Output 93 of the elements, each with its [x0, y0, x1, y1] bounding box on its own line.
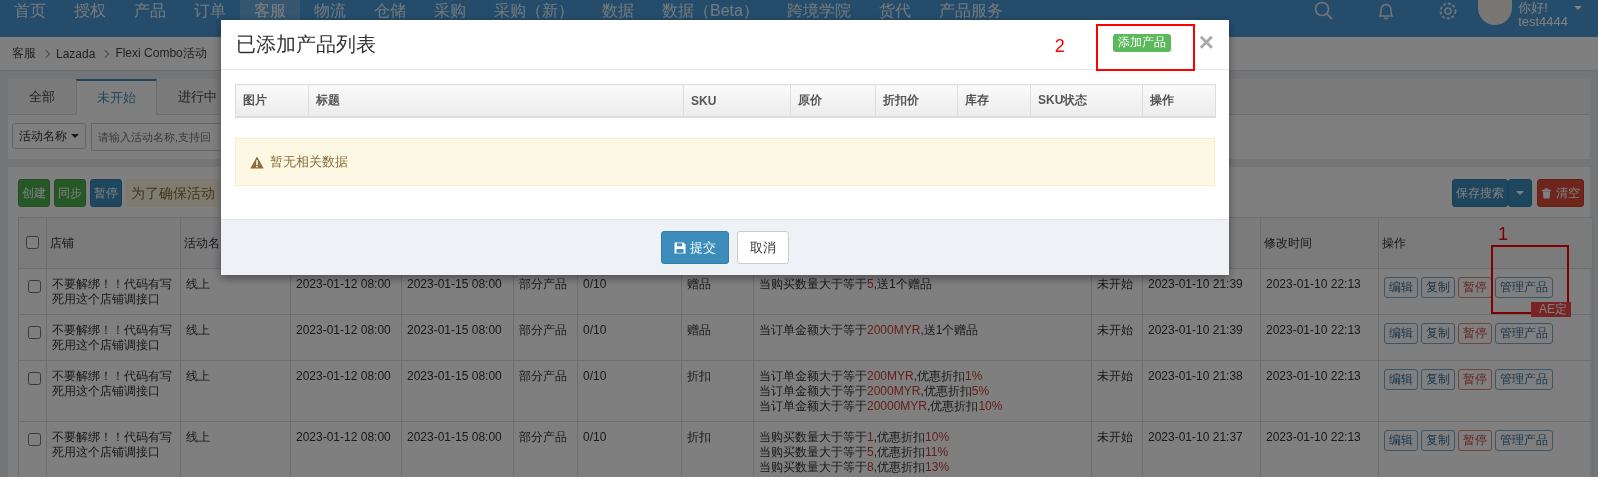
rule-text: 当购买数量大于等于5,送1个赠品: [759, 277, 933, 292]
cancel-button[interactable]: 取消: [737, 231, 789, 264]
column-header: 店铺: [46, 217, 181, 269]
action-button[interactable]: 管理产品: [1495, 323, 1553, 344]
table-cell: 2023-01-10 21:39: [1142, 314, 1261, 361]
checkbox[interactable]: [26, 236, 39, 249]
table-cell: 未开始: [1091, 314, 1143, 361]
table-cell: 2023-01-10 22:13: [1260, 268, 1379, 315]
save-icon: [674, 241, 686, 254]
column-header: 标题: [308, 84, 684, 117]
table-cell: 2023-01-15 08:00: [401, 360, 514, 422]
action-button[interactable]: 复制: [1421, 323, 1455, 344]
table-cell: 2023-01-12 08:00: [290, 314, 402, 361]
username-text: test4444: [1518, 15, 1568, 29]
action-button[interactable]: 编辑: [1384, 323, 1418, 344]
location-tag: AE定: [1531, 302, 1571, 317]
table-cell: 部分产品: [513, 360, 578, 422]
trash-icon: [1541, 187, 1552, 199]
tab[interactable]: 全部: [8, 79, 76, 115]
field-dropdown[interactable]: 活动名称: [12, 123, 86, 149]
breadcrumb-link[interactable]: 客服: [12, 45, 36, 62]
column-header: SKU: [683, 84, 791, 117]
annotation-number: 1: [1498, 227, 1508, 242]
success-button[interactable]: 创建: [18, 179, 50, 207]
column-header: 操作: [1142, 84, 1216, 117]
avatar-icon[interactable]: [1478, 0, 1513, 25]
table-cell: 线上: [180, 360, 291, 422]
table-cell: 部分产品: [513, 314, 578, 361]
column-header: 图片: [235, 84, 309, 117]
caret-icon[interactable]: [1574, 6, 1582, 10]
action-button[interactable]: 复制: [1421, 430, 1455, 451]
table-cell: 2023-01-12 08:00: [290, 360, 402, 422]
primary-button[interactable]: 暂停: [90, 179, 122, 207]
action-button[interactable]: 暂停: [1458, 430, 1492, 451]
action-button[interactable]: 暂停: [1458, 277, 1492, 298]
breadcrumb-link[interactable]: Lazada: [56, 46, 96, 61]
column-header: SKU状态: [1030, 84, 1143, 117]
rule-text: 当订单金额大于等于2000MYR,优惠折扣5%: [759, 384, 991, 399]
table-cell: 0/10: [577, 314, 682, 361]
action-button[interactable]: 编辑: [1384, 369, 1418, 390]
table-cell: 不要解绑！！代码有写死用这个店铺调接口: [46, 268, 181, 315]
action-button[interactable]: 编辑: [1384, 430, 1418, 451]
table-cell: 2023-01-10 22:13: [1260, 360, 1379, 422]
submit-button[interactable]: 提交: [661, 231, 729, 264]
table-cell: 线上: [180, 314, 291, 361]
column-header: 修改时间: [1260, 217, 1379, 269]
search-icon: [1314, 1, 1335, 21]
column-header: 折扣价: [875, 84, 958, 117]
action-button[interactable]: 复制: [1421, 369, 1455, 390]
checkbox[interactable]: [28, 326, 41, 339]
nav-item[interactable]: 授权: [60, 0, 120, 37]
action-button[interactable]: 管理产品: [1495, 430, 1553, 451]
rule-text: 当购买数量大于等于1,优惠折扣10%: [759, 430, 951, 445]
rule-text: 当购买数量大于等于5,优惠折扣11%: [759, 445, 950, 460]
checkbox[interactable]: [28, 433, 41, 446]
column-header: 原价: [790, 84, 876, 117]
action-button[interactable]: 管理产品: [1495, 369, 1553, 390]
greeting-text: 你好!: [1518, 1, 1549, 15]
table-cell: 赠品: [681, 314, 754, 361]
breadcrumb-link[interactable]: Flexi Combo活动: [115, 45, 207, 62]
warning-icon: [250, 155, 264, 169]
table-cell: 2023-01-15 08:00: [401, 314, 514, 361]
dropdown-toggle[interactable]: [1508, 179, 1532, 207]
clear-button[interactable]: 清空: [1537, 179, 1584, 207]
action-button[interactable]: 编辑: [1384, 277, 1418, 298]
nav-item[interactable]: 首页: [0, 0, 60, 37]
table-cell: 0/10: [577, 360, 682, 422]
gear-icon: [1438, 1, 1459, 21]
action-button[interactable]: 暂停: [1458, 323, 1492, 344]
table-cell: 不要解绑！！代码有写死用这个店铺调接口: [46, 360, 181, 422]
annotation-number: 2: [1054, 36, 1065, 57]
close-button[interactable]: ×: [1198, 31, 1214, 52]
rule-text: 当订单金额大于等于200MYR,优惠折扣1%: [759, 369, 984, 384]
table-cell: 2023-01-10 22:13: [1260, 314, 1379, 361]
rule-text: 当订单金额大于等于20000MYR,优惠折扣10%: [759, 399, 1004, 414]
rule-text: 当购买数量大于等于8,优惠折扣13%: [759, 460, 951, 475]
checkbox[interactable]: [28, 280, 41, 293]
checkbox[interactable]: [28, 372, 41, 385]
rule-text: 当订单金额大于等于2000MYR,送1个赠品: [759, 323, 980, 338]
nav-item[interactable]: 产品: [120, 0, 180, 37]
action-button[interactable]: 复制: [1421, 277, 1455, 298]
add-product-button[interactable]: 添加产品: [1112, 33, 1171, 52]
column-header: 库存: [957, 84, 1031, 117]
table-cell: 不要解绑！！代码有写死用这个店铺调接口: [46, 314, 181, 361]
table-cell: 未开始: [1091, 360, 1143, 422]
tab[interactable]: 未开始: [76, 79, 157, 115]
success-button[interactable]: 同步: [54, 179, 86, 207]
action-button[interactable]: 管理产品: [1495, 277, 1553, 298]
table-cell: 2023-01-10 21:38: [1142, 360, 1261, 422]
empty-text: 暂无相关数据: [270, 153, 348, 171]
save-search-button[interactable]: 保存搜索: [1452, 179, 1508, 207]
table-cell: 折扣: [681, 360, 754, 422]
action-button[interactable]: 暂停: [1458, 369, 1492, 390]
